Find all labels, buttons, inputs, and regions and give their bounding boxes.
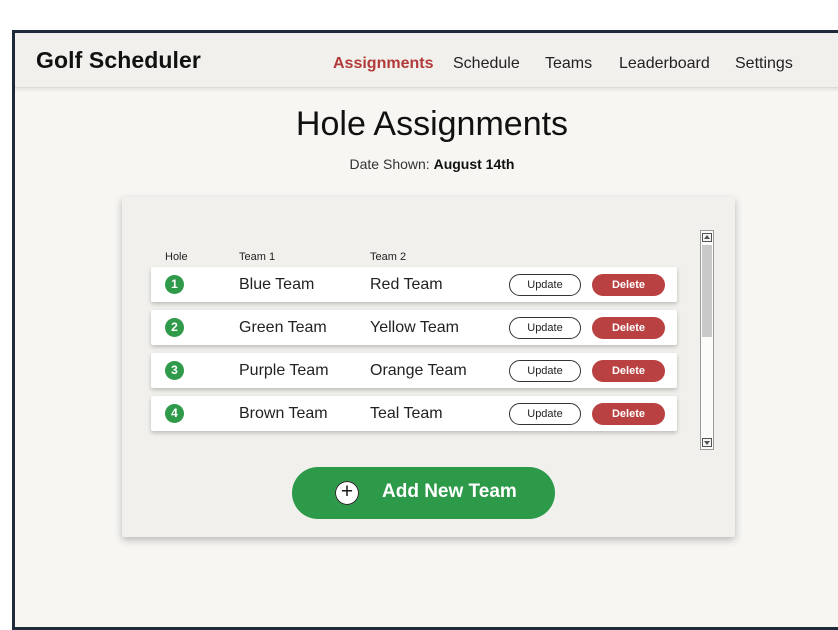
hole-number-badge: 3 (165, 361, 184, 380)
delete-button[interactable]: Delete (592, 274, 665, 296)
date-shown: Date Shown: August 14th (15, 156, 838, 172)
column-header-hole: Hole (165, 251, 188, 263)
add-new-team-label: Add New Team (382, 481, 517, 502)
team1-name: Purple Team (239, 362, 329, 379)
team1-name: Green Team (239, 319, 327, 336)
table-row: 3 Purple Team Orange Team Update Delete (151, 353, 677, 388)
assignments-card: Hole Team 1 Team 2 1 Blue Team Red Team … (122, 197, 735, 537)
team1-name: Brown Team (239, 405, 328, 422)
column-header-team1: Team 1 (239, 251, 276, 263)
team2-name: Teal Team (370, 405, 443, 422)
hole-number-badge: 1 (165, 275, 184, 294)
main-nav: Assignments Schedule Teams Leaderboard S… (15, 55, 838, 75)
nav-leaderboard[interactable]: Leaderboard (619, 55, 710, 73)
page-title: Hole Assignments (295, 105, 569, 143)
update-button[interactable]: Update (509, 360, 581, 382)
table-row: 1 Blue Team Red Team Update Delete (151, 267, 677, 302)
nav-teams[interactable]: Teams (545, 55, 592, 73)
delete-button[interactable]: Delete (592, 403, 665, 425)
delete-button[interactable]: Delete (592, 317, 665, 339)
team2-name: Yellow Team (370, 319, 459, 336)
plus-circle-icon: + (332, 478, 362, 508)
add-new-team-button[interactable]: + Add New Team (292, 467, 555, 519)
nav-schedule[interactable]: Schedule (453, 55, 520, 73)
table-row: 2 Green Team Yellow Team Update Delete (151, 310, 677, 345)
hole-number-badge: 4 (165, 404, 184, 423)
team2-name: Red Team (370, 276, 443, 293)
scroll-down-arrow-icon[interactable] (702, 438, 712, 447)
update-button[interactable]: Update (509, 317, 581, 339)
team1-name: Blue Team (239, 276, 315, 293)
date-label: Date Shown: (349, 156, 430, 172)
hole-number-badge: 2 (165, 318, 184, 337)
date-value: August 14th (433, 156, 515, 172)
top-nav-bar: Golf Scheduler Assignments Schedule Team… (15, 33, 838, 88)
app-window: Golf Scheduler Assignments Schedule Team… (12, 30, 838, 630)
update-button[interactable]: Update (509, 403, 581, 425)
nav-settings[interactable]: Settings (735, 55, 793, 73)
scroll-up-arrow-icon[interactable] (702, 233, 712, 242)
scroll-thumb[interactable] (702, 245, 712, 337)
nav-assignments[interactable]: Assignments (333, 55, 433, 73)
team2-name: Orange Team (370, 362, 467, 379)
table-row: 4 Brown Team Teal Team Update Delete (151, 396, 677, 431)
column-header-team2: Team 2 (370, 251, 407, 263)
delete-button[interactable]: Delete (592, 360, 665, 382)
vertical-scrollbar[interactable] (700, 230, 714, 450)
update-button[interactable]: Update (509, 274, 581, 296)
